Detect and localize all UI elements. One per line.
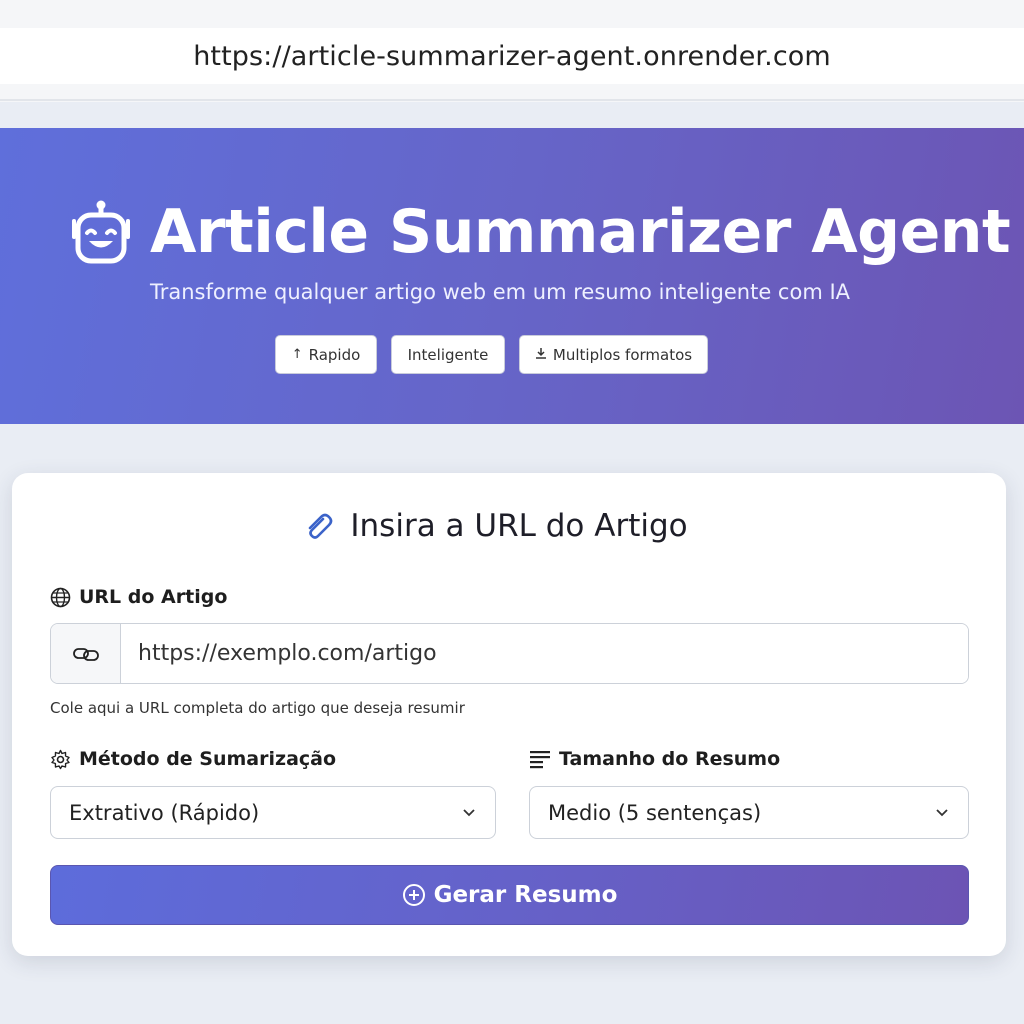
method-label-text: Método de Sumarização	[79, 748, 337, 770]
generate-summary-label: Gerar Resumo	[433, 882, 618, 908]
url-label-text: URL do Artigo	[79, 586, 228, 608]
generate-summary-button[interactable]: Gerar Resumo	[50, 865, 969, 925]
chevron-down-icon	[936, 809, 948, 817]
arrow-up-icon: ↑	[291, 347, 303, 362]
plus-circle-icon	[402, 884, 425, 906]
hero-title-row: Article Summarizer Agent	[68, 186, 1011, 278]
paperclip-icon	[309, 513, 333, 539]
badge-multiplos-formatos: Multiplos formatos	[519, 335, 708, 374]
url-help-text: Cole aqui a URL completa do artigo que d…	[50, 699, 465, 717]
gear-icon	[51, 749, 70, 769]
badge-label: Rapido	[308, 345, 361, 364]
robot-icon	[72, 200, 130, 264]
address-url[interactable]: https://article-summarizer-agent.onrende…	[193, 41, 831, 72]
badge-label: Inteligente	[407, 345, 489, 364]
method-select[interactable]: Extrativo (Rápido)	[50, 786, 496, 839]
size-select-value: Medio (5 sentenças)	[548, 800, 762, 825]
badge-label: Multiplos formatos	[552, 345, 693, 364]
size-label: Tamanho do Resumo	[529, 748, 780, 770]
divider	[0, 99, 1024, 101]
form-title: Insira a URL do Artigo	[350, 508, 688, 544]
url-input[interactable]	[121, 624, 968, 683]
badge-inteligente: Inteligente	[391, 335, 505, 374]
form-title-row: Insira a URL do Artigo	[0, 503, 990, 549]
link-icon	[72, 647, 99, 661]
badge-rapido: ↑ Rapido	[275, 335, 377, 374]
url-label: URL do Artigo	[50, 586, 227, 608]
url-input-group[interactable]	[50, 623, 969, 684]
hero-subtitle: Transforme qualquer artigo web em um res…	[149, 280, 851, 304]
method-label: Método de Sumarização	[50, 748, 336, 770]
text-lines-icon	[530, 751, 550, 769]
url-prefix	[51, 624, 121, 683]
chevron-down-icon	[463, 809, 475, 817]
page-title: Article Summarizer Agent	[150, 197, 1011, 267]
address-bar[interactable]: https://article-summarizer-agent.onrende…	[0, 28, 1024, 84]
size-select[interactable]: Medio (5 sentenças)	[529, 786, 969, 839]
download-icon	[535, 347, 547, 363]
globe-icon	[50, 587, 71, 607]
size-label-text: Tamanho do Resumo	[559, 748, 781, 770]
method-select-value: Extrativo (Rápido)	[69, 800, 260, 825]
